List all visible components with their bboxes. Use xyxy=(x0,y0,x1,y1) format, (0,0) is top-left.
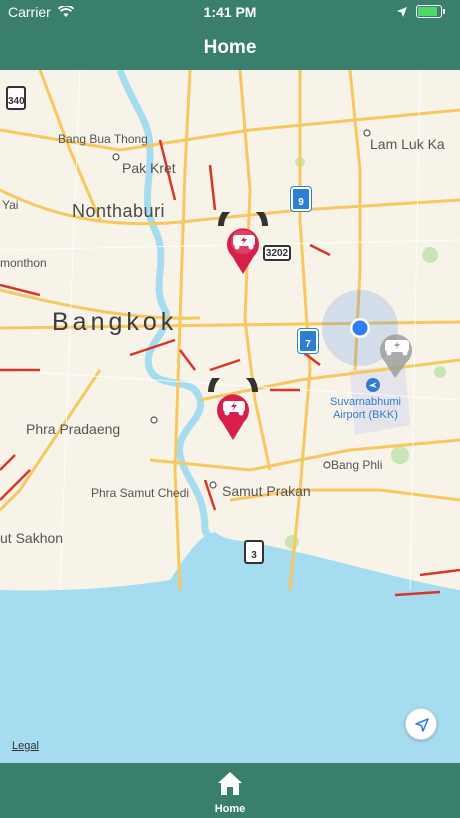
tab-bar: Home xyxy=(0,763,460,818)
status-bar: Carrier 1:41 PM xyxy=(0,0,460,24)
route-shield-340: 340 xyxy=(6,86,26,110)
location-arrow-icon xyxy=(415,718,429,732)
route-number: 3 xyxy=(251,550,257,561)
route-shield-7: 7 xyxy=(298,329,318,353)
charging-station-marker-airport[interactable] xyxy=(375,320,431,384)
tab-label: Home xyxy=(214,803,246,815)
charging-station-marker-bangkok[interactable] xyxy=(205,367,261,442)
ev-charger-icon xyxy=(218,201,268,274)
route-shield-3: 3 xyxy=(244,540,264,564)
charging-station-marker-nonthaburi[interactable] xyxy=(215,201,271,276)
home-icon xyxy=(218,772,242,795)
route-number: 340 xyxy=(8,96,25,107)
page-title: Home xyxy=(203,37,257,58)
airport-icon xyxy=(366,378,380,392)
location-arrow-icon xyxy=(396,5,408,21)
route-shield-9: 9 xyxy=(291,187,311,211)
tab-home[interactable]: Home xyxy=(200,769,260,815)
legal-link[interactable]: Legal xyxy=(12,740,39,752)
ev-charger-icon xyxy=(380,334,412,378)
map-view[interactable]: Bang Bua Thong Pak Kret Lam Luk Ka Yai N… xyxy=(0,70,460,763)
battery-tip xyxy=(443,9,445,14)
battery-level xyxy=(418,7,437,16)
route-number: 7 xyxy=(305,339,311,350)
route-number: 9 xyxy=(298,197,304,208)
battery-icon xyxy=(416,5,442,18)
navigation-bar: Home xyxy=(0,24,460,70)
clock: 1:41 PM xyxy=(203,4,257,20)
current-location-button[interactable] xyxy=(405,708,437,740)
ev-charger-icon xyxy=(208,367,258,440)
